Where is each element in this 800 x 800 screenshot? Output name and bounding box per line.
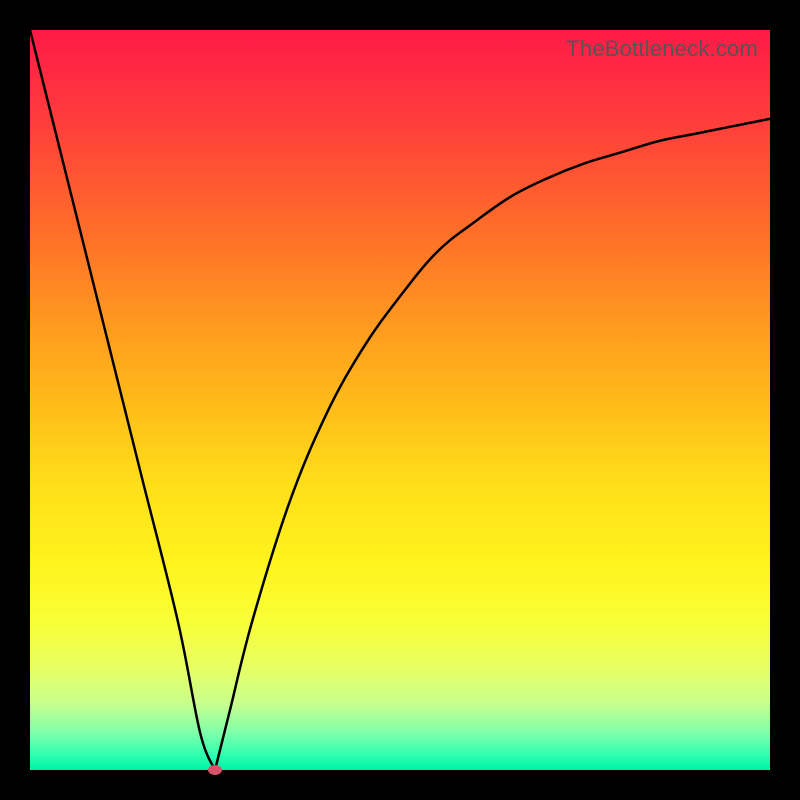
chart-plot-area: TheBottleneck.com	[30, 30, 770, 770]
optimum-marker-icon	[208, 765, 222, 775]
bottleneck-curve	[30, 30, 770, 770]
curve-path	[30, 30, 770, 770]
chart-frame: TheBottleneck.com	[0, 0, 800, 800]
